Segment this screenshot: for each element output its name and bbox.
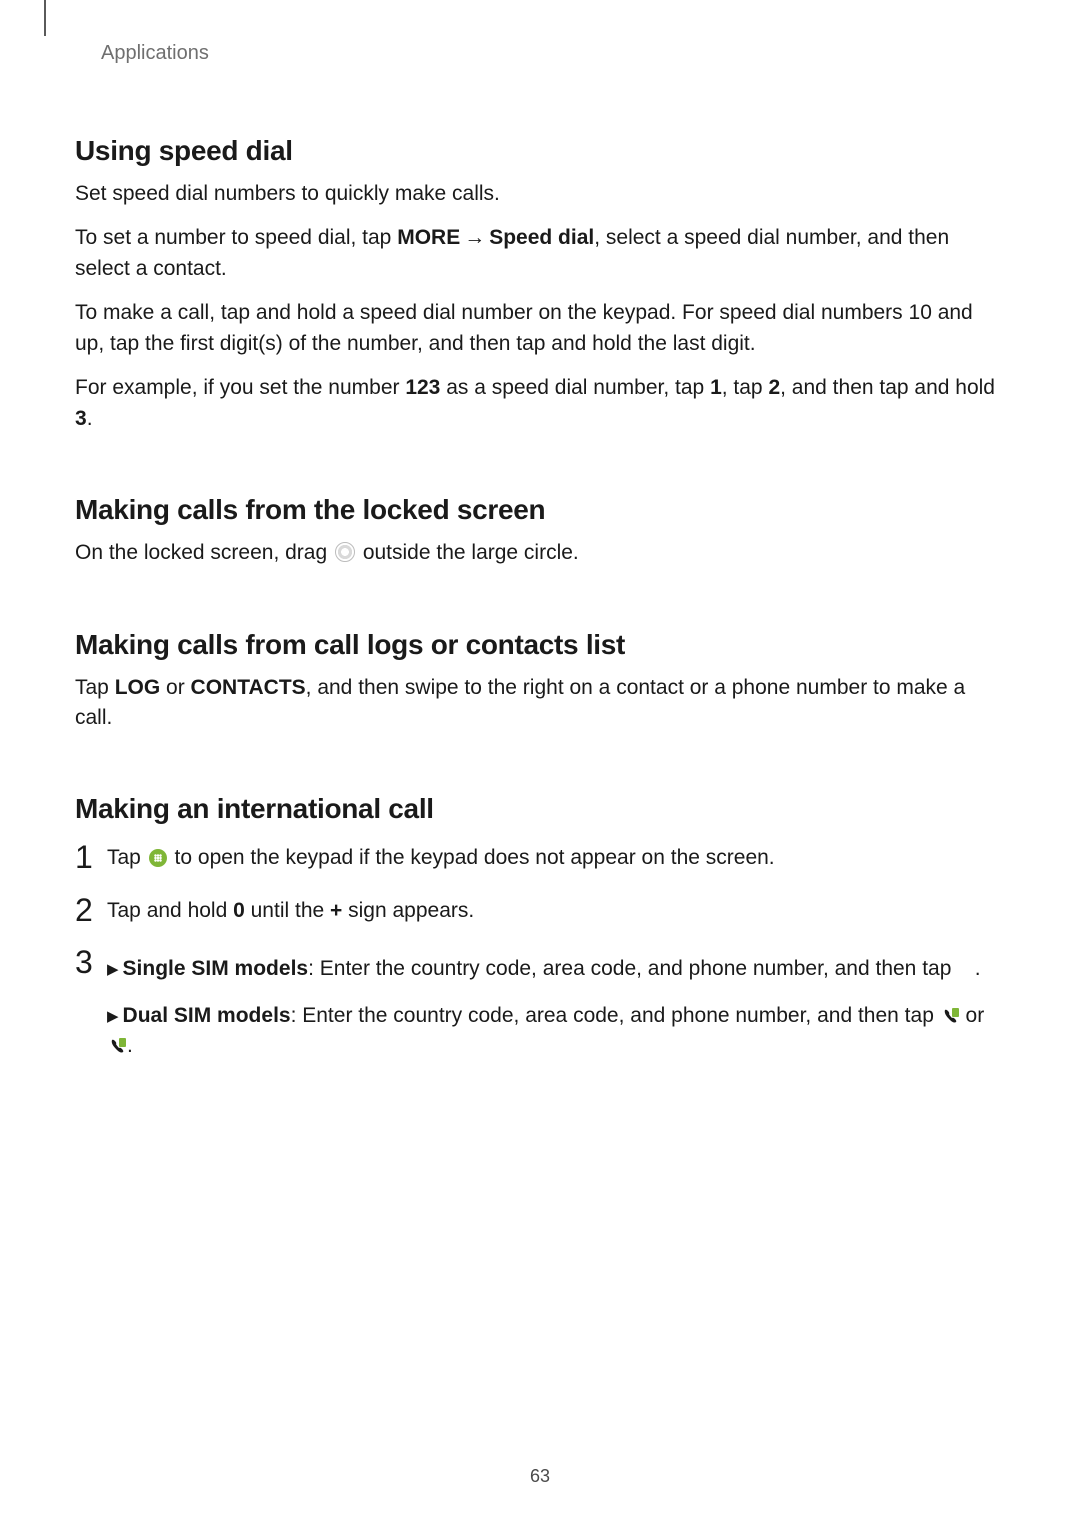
text: or (160, 676, 190, 699)
text: On the locked screen, drag (75, 541, 333, 564)
list-item: 2 Tap and hold 0 until the + sign appear… (75, 896, 1005, 926)
text: until the (245, 899, 330, 922)
heading-locked-screen: Making calls from the locked screen (75, 494, 1005, 526)
page-number: 63 (0, 1466, 1080, 1487)
triangle-bullet-icon: ▶ (107, 1006, 123, 1028)
list-item: 3 ▶Single SIM models: Enter the country … (75, 948, 1005, 1061)
text: Tap (107, 846, 147, 869)
crop-mark (44, 0, 46, 36)
sub-bullet-dual-sim: ▶Dual SIM models: Enter the country code… (107, 1001, 1005, 1062)
text: sign appears. (342, 899, 474, 922)
heading-international-call: Making an international call (75, 793, 1005, 825)
text: outside the large circle. (357, 541, 579, 564)
step-content: Tap and hold 0 until the + sign appears. (107, 896, 1005, 926)
paragraph: To make a call, tap and hold a speed dia… (75, 298, 1005, 359)
step-content: Tap to open the keypad if the keypad doe… (107, 843, 1005, 873)
bold-log: LOG (115, 676, 161, 699)
heading-call-logs: Making calls from call logs or contacts … (75, 629, 1005, 661)
text: . (127, 1034, 133, 1057)
paragraph: Tap LOG or CONTACTS, and then swipe to t… (75, 673, 1005, 734)
text: to open the keypad if the keypad does no… (169, 846, 775, 869)
bold-single-sim: Single SIM models (123, 957, 309, 980)
text: . (975, 957, 981, 980)
bold-2: 2 (768, 376, 780, 399)
call-sim2-icon (108, 1037, 126, 1055)
paragraph: To set a number to speed dial, tap MORE … (75, 223, 1005, 284)
numbered-list: 1 Tap to open the keypad if the keypad d… (75, 843, 1005, 1061)
bold-0: 0 (233, 899, 245, 922)
text: , and then tap and hold (780, 376, 995, 399)
text: or (960, 1004, 985, 1027)
sub-bullet-single-sim: ▶Single SIM models: Enter the country co… (107, 954, 1005, 984)
paragraph: On the locked screen, drag outside the l… (75, 538, 1005, 568)
text: Tap and hold (107, 899, 233, 922)
list-item: 1 Tap to open the keypad if the keypad d… (75, 843, 1005, 873)
text: as a speed dial number, tap (440, 376, 710, 399)
breadcrumb: Applications (101, 42, 1005, 65)
bold-3: 3 (75, 407, 87, 430)
heading-speed-dial: Using speed dial (75, 135, 1005, 167)
bold-1: 1 (710, 376, 722, 399)
bold-more: MORE (397, 226, 460, 249)
triangle-bullet-icon: ▶ (107, 959, 123, 981)
text: To set a number to speed dial, tap (75, 226, 397, 249)
bold-123: 123 (405, 376, 440, 399)
paragraph: Set speed dial numbers to quickly make c… (75, 179, 1005, 209)
step-number-2: 2 (75, 894, 107, 926)
text: For example, if you set the number (75, 376, 405, 399)
keypad-icon (149, 849, 167, 867)
text: : Enter the country code, area code, and… (291, 1004, 940, 1027)
call-icon-placeholder (957, 957, 975, 980)
text: : Enter the country code, area code, and… (308, 957, 957, 980)
step-number-3: 3 (75, 946, 107, 978)
step-number-1: 1 (75, 841, 107, 873)
document-page: Applications Using speed dial Set speed … (0, 0, 1080, 1062)
bold-plus: + (330, 899, 342, 922)
text: , tap (722, 376, 769, 399)
text: . (87, 407, 93, 430)
bold-contacts: CONTACTS (191, 676, 306, 699)
text: Tap (75, 676, 115, 699)
bold-dual-sim: Dual SIM models (123, 1004, 291, 1027)
step-content: ▶Single SIM models: Enter the country co… (107, 948, 1005, 1061)
paragraph: For example, if you set the number 123 a… (75, 373, 1005, 434)
drag-handle-icon (335, 542, 355, 562)
bold-speed-dial: Speed dial (489, 226, 594, 249)
call-sim1-icon (941, 1007, 959, 1025)
arrow-right-icon: → (460, 223, 489, 253)
